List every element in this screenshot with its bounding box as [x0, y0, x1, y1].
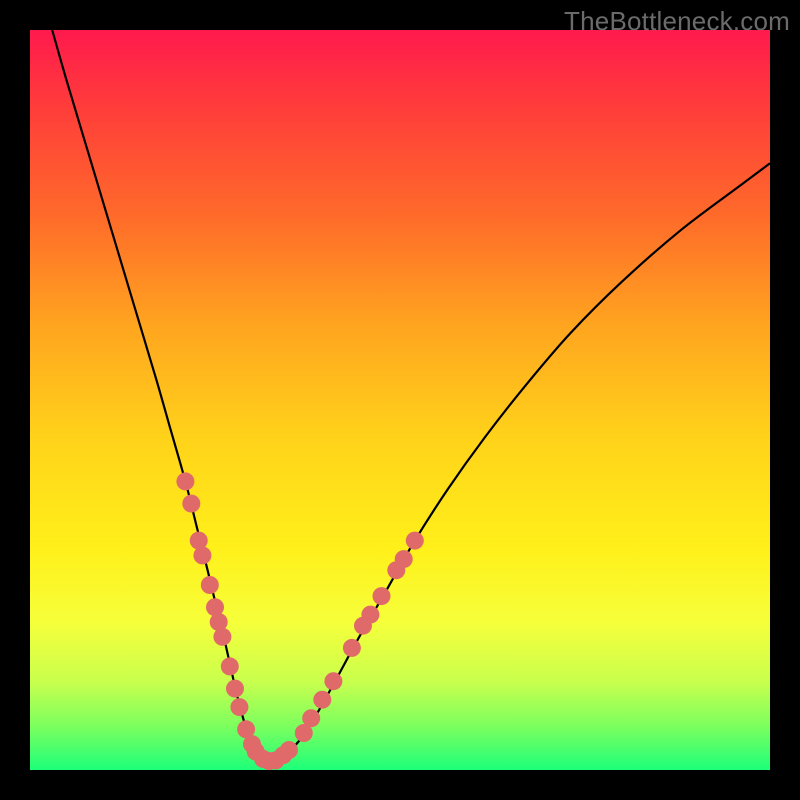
data-point [280, 741, 298, 759]
data-point [226, 680, 244, 698]
data-point [230, 698, 248, 716]
watermark-text: TheBottleneck.com [564, 6, 790, 37]
data-point [193, 546, 211, 564]
data-point [313, 691, 331, 709]
data-point [176, 472, 194, 490]
data-point [201, 576, 219, 594]
data-point [221, 657, 239, 675]
data-point [343, 639, 361, 657]
plot-area [30, 30, 770, 770]
chart-frame: TheBottleneck.com [0, 0, 800, 800]
data-point [373, 587, 391, 605]
chart-svg [30, 30, 770, 770]
data-point [182, 495, 200, 513]
data-points-group [176, 472, 423, 770]
data-point [406, 532, 424, 550]
data-point [361, 606, 379, 624]
data-point [324, 672, 342, 690]
data-point [395, 550, 413, 568]
data-point [302, 709, 320, 727]
data-point [213, 628, 231, 646]
bottleneck-curve [52, 30, 770, 761]
